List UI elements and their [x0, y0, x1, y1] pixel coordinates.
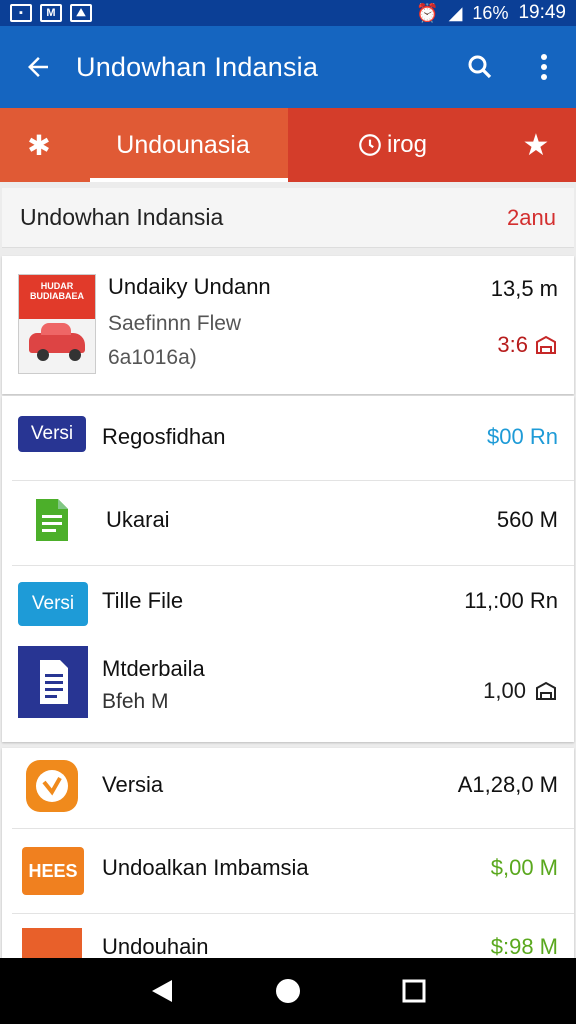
list-item[interactable]: HEES Undoalkan Imbamsia $,00 M [2, 829, 574, 913]
search-icon[interactable] [448, 26, 512, 108]
clock-icon [359, 134, 381, 156]
document-icon [36, 499, 68, 541]
back-arrow-icon[interactable] [0, 26, 76, 108]
item-label: Undoalkan Imbamsia [102, 855, 309, 880]
item-value: 11,:00 Rn [464, 588, 558, 613]
list-item[interactable]: Ukarai 560 M [2, 481, 574, 565]
item-value: 560 M [496, 507, 558, 532]
image-icon: ⛰ [70, 4, 92, 22]
status-bar: ▪ M ⛰ ⏰ ◢ 16% 19:49 [0, 0, 576, 26]
tab-irog[interactable]: irog [288, 108, 496, 182]
item-label: Ukarai [106, 507, 170, 532]
featured-card[interactable]: HUDAR BUDIABAEA Undaiky Undann Saefinnn F… [2, 256, 574, 394]
section-badge[interactable]: 2anu [507, 205, 556, 231]
status-right-icons: ⏰ ◢ 16% 19:49 [416, 2, 566, 24]
wheel [37, 349, 49, 361]
item-meta: 6a1016a) [108, 346, 197, 369]
item-value: A1,28,0 M [457, 772, 558, 797]
item-subtitle: Saefinnn Flew [108, 312, 242, 335]
file-list-card: Versi Regosfidhan $00 Rn Ukarai 560 M Ve… [2, 396, 574, 742]
home-asterisk-icon: ✱ [27, 129, 51, 161]
item-label: Tille File [102, 588, 184, 613]
app-icon [22, 928, 82, 958]
storage-icon [536, 335, 556, 354]
nav-home-icon[interactable] [275, 978, 301, 1004]
apps-list-card: Versia A1,28,0 M HEES Undoalkan Imbamsia… [2, 748, 574, 958]
tab-undounasia[interactable]: Undounasia [78, 108, 288, 182]
item-label: Regosfidhan [102, 424, 226, 449]
versia-app-icon [26, 760, 78, 812]
system-nav-bar [0, 958, 576, 1024]
section-title: Undowhan Indansia [20, 204, 224, 230]
tab-label: Undounasia [116, 130, 250, 159]
versi-badge: Versi [18, 582, 88, 626]
storage-icon [536, 681, 556, 700]
book-cover-thumbnail: HUDAR BUDIABAEA [18, 274, 96, 374]
battery-percentage: 16% [472, 2, 509, 23]
item-count: 3:6 [497, 332, 528, 357]
tab-label: irog [386, 131, 428, 158]
item-value: 1,00 [483, 678, 526, 703]
section-header: Undowhan Indansia 2anu [2, 188, 574, 248]
nav-recents-icon[interactable] [402, 979, 426, 1003]
status-time: 19:49 [518, 2, 566, 23]
text-document-icon [18, 646, 88, 718]
status-left-icons: ▪ M ⛰ [10, 4, 92, 22]
item-sublabel: Bfeh M [102, 690, 169, 713]
star-icon: ★ [522, 128, 550, 162]
wheel [69, 349, 81, 361]
list-item[interactable]: Versi Tille File 11,:00 Rn [2, 566, 574, 642]
nav-back-icon[interactable] [150, 978, 174, 1004]
item-value: $,00 M [490, 855, 558, 880]
list-item[interactable]: Mtderbaila Bfeh M 1,00 [2, 642, 574, 740]
alarm-icon: ⏰ [416, 2, 439, 23]
signal-icon: ◢ [448, 2, 463, 23]
item-size: 13,5 m [490, 276, 558, 301]
tab-selected-indicator [90, 178, 288, 182]
list-item[interactable]: Versi Regosfidhan $00 Rn [2, 396, 574, 480]
versi-badge: Versi [18, 416, 86, 452]
item-value-group: 1,00 [483, 678, 558, 704]
app-title: Undowhan Indansia [76, 51, 319, 82]
photo-icon: ▪ [10, 4, 32, 22]
tab-favorites[interactable]: ★ [496, 108, 576, 182]
item-label: Versia [102, 772, 164, 797]
more-vert-icon[interactable] [512, 26, 576, 108]
app-bar: Undowhan Indansia [0, 26, 576, 108]
gmail-icon: M [40, 4, 62, 22]
hees-badge: HEES [22, 847, 84, 895]
item-value: $00 Rn [487, 424, 558, 449]
item-count-group: 3:6 [497, 332, 558, 358]
book-cover-title: HUDAR BUDIABAEA [30, 281, 84, 301]
item-value: $:98 M [490, 934, 558, 958]
item-label: Undouhain [102, 934, 209, 958]
item-label: Mtderbaila [102, 656, 205, 681]
tab-home[interactable]: ✱ [0, 108, 78, 182]
item-title: Undaiky Undann [108, 274, 271, 299]
tab-bar: ✱ Undounasia irog ★ [0, 108, 576, 182]
list-item[interactable]: Undouhain $:98 M [2, 914, 574, 958]
list-item[interactable]: Versia A1,28,0 M [2, 748, 574, 828]
